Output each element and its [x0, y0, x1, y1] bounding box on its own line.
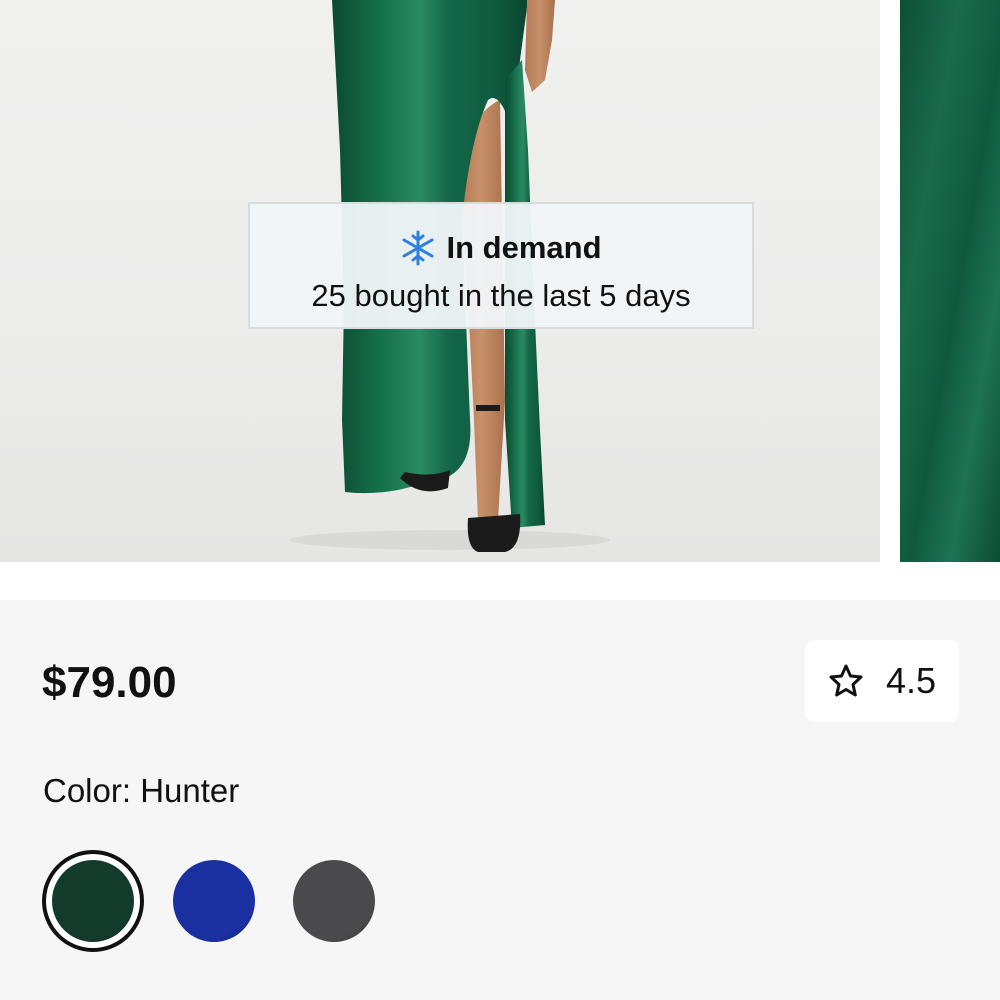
- badge-subtitle: 25 bought in the last 5 days: [311, 278, 691, 313]
- color-label: Color: Hunter: [43, 772, 240, 809]
- next-product-photo-peek[interactable]: [900, 0, 1000, 562]
- swatch-charcoal[interactable]: [293, 860, 375, 942]
- rating-button[interactable]: 4.5: [805, 640, 959, 722]
- swatch-hunter[interactable]: [42, 850, 144, 952]
- badge-title-row: In demand: [250, 228, 752, 268]
- snowflake-icon: [402, 230, 434, 266]
- in-demand-badge: In demand 25 bought in the last 5 days: [248, 202, 754, 329]
- badge-title: In demand: [446, 230, 602, 265]
- star-icon: [829, 664, 863, 697]
- product-price: $79.00: [42, 658, 177, 707]
- product-image-carousel[interactable]: In demand 25 bought in the last 5 days: [0, 0, 1000, 562]
- product-info-panel: $79.00 4.5 Color: Hunter: [0, 600, 1000, 1000]
- product-photo[interactable]: In demand 25 bought in the last 5 days: [0, 0, 880, 562]
- rating-value: 4.5: [885, 660, 937, 701]
- swatch-royal-blue[interactable]: [173, 860, 255, 942]
- product-page: In demand 25 bought in the last 5 days $…: [0, 0, 1000, 1000]
- swatch-hunter-fill: [52, 860, 134, 942]
